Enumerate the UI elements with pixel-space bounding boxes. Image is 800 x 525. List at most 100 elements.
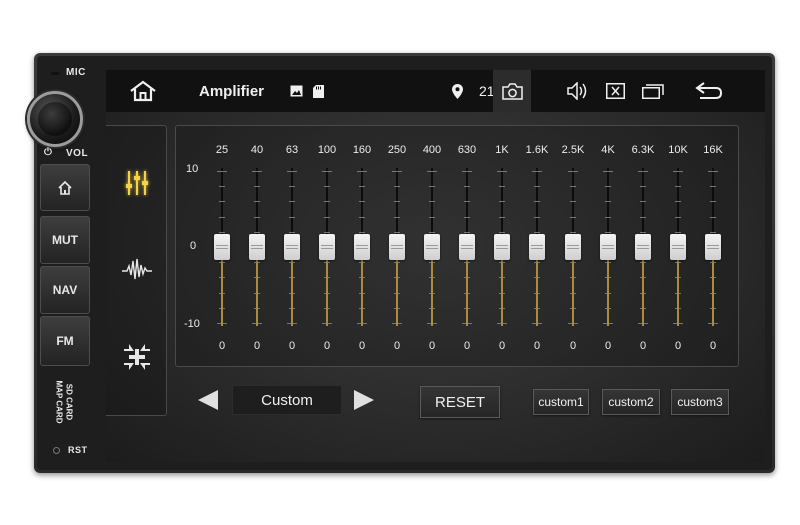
band-tick [324, 232, 330, 233]
band-tick [287, 171, 297, 172]
prev-preset-arrow-icon[interactable] [198, 390, 218, 410]
band-level-fill [536, 260, 538, 326]
band-level-fill [466, 260, 468, 326]
speaker-balance-icon[interactable] [120, 340, 154, 374]
hw-mute-button[interactable]: MUT [40, 216, 90, 264]
band-slider-thumb[interactable] [319, 234, 335, 260]
band-tick [394, 217, 400, 218]
band-tick [464, 217, 470, 218]
band-level-fill [501, 260, 503, 326]
band-tick [254, 186, 260, 187]
band-tick [534, 217, 540, 218]
band-tick [464, 186, 470, 187]
band-tick [570, 232, 576, 233]
band-tick [675, 201, 681, 202]
scale-mid-label: 0 [190, 240, 197, 252]
custom2-button[interactable]: custom2 [602, 389, 660, 415]
band-level-fill [256, 260, 258, 326]
band-tick [605, 201, 611, 202]
band-frequency-label: 6.3K [631, 144, 655, 156]
camera-icon[interactable] [502, 70, 523, 112]
band-tick [219, 201, 225, 202]
custom3-button[interactable]: custom3 [671, 389, 729, 415]
band-level-fill [361, 260, 363, 326]
band-tick [640, 201, 646, 202]
band-tick [392, 171, 402, 172]
equalizer-sliders-icon[interactable] [120, 166, 154, 200]
volume-knob[interactable] [27, 91, 83, 147]
band-tick [219, 232, 225, 233]
recent-apps-icon[interactable] [642, 70, 664, 112]
band-tick [638, 171, 648, 172]
band-tick [570, 186, 576, 187]
band-slider-thumb[interactable] [424, 234, 440, 260]
band-tick [429, 201, 435, 202]
band-value-label: 0 [674, 340, 682, 352]
band-tick [640, 217, 646, 218]
band-level-fill [396, 260, 398, 326]
band-value-label: 0 [288, 340, 296, 352]
hw-fm-button[interactable]: FM [40, 316, 90, 366]
next-preset-arrow-icon[interactable] [354, 390, 374, 410]
band-tick [570, 201, 576, 202]
band-slider-thumb[interactable] [354, 234, 370, 260]
band-tick [605, 232, 611, 233]
band-frequency-label: 100 [317, 144, 337, 156]
band-tick [534, 186, 540, 187]
band-frequency-label: 25 [215, 144, 229, 156]
band-level-fill [431, 260, 433, 326]
band-slider-thumb[interactable] [600, 234, 616, 260]
home-icon [130, 80, 156, 102]
band-tick [710, 217, 716, 218]
close-window-icon[interactable] [606, 70, 625, 112]
band-slider-thumb[interactable] [565, 234, 581, 260]
band-tick [570, 217, 576, 218]
band-tick [219, 217, 225, 218]
band-tick [640, 186, 646, 187]
band-tick [464, 232, 470, 233]
band-tick [534, 201, 540, 202]
band-slider-thumb[interactable] [459, 234, 475, 260]
band-value-label: 0 [323, 340, 331, 352]
band-slider-thumb[interactable] [705, 234, 721, 260]
band-tick [289, 217, 295, 218]
status-bar: Amplifier 21:28 [106, 70, 765, 112]
volume-icon[interactable] [567, 70, 589, 112]
band-tick [710, 201, 716, 202]
hw-home-button[interactable] [40, 164, 90, 211]
band-slider-thumb[interactable] [529, 234, 545, 260]
band-tick [394, 186, 400, 187]
band-slider-thumb[interactable] [214, 234, 230, 260]
waveform-icon[interactable] [120, 253, 154, 287]
band-slider-thumb[interactable] [494, 234, 510, 260]
band-tick [499, 201, 505, 202]
band-tick [322, 171, 332, 172]
band-slider-thumb[interactable] [670, 234, 686, 260]
custom1-button[interactable]: custom1 [533, 389, 589, 415]
band-frequency-label: 2.5K [561, 144, 585, 156]
band-slider-thumb[interactable] [635, 234, 651, 260]
band-frequency-label: 63 [285, 144, 299, 156]
band-value-label: 0 [639, 340, 647, 352]
band-tick [357, 171, 367, 172]
band-slider-thumb[interactable] [284, 234, 300, 260]
home-icon [58, 180, 72, 195]
band-frequency-label: 40 [250, 144, 264, 156]
hw-nav-button[interactable]: NAV [40, 266, 90, 314]
band-slider-thumb[interactable] [249, 234, 265, 260]
band-value-label: 0 [604, 340, 612, 352]
band-value-label: 0 [358, 340, 366, 352]
band-tick [217, 171, 227, 172]
home-button[interactable] [128, 70, 158, 112]
band-tick [499, 186, 505, 187]
back-button[interactable] [695, 70, 723, 112]
app-title: Amplifier [199, 82, 265, 100]
reset-pinhole[interactable] [53, 447, 60, 454]
image-icon [290, 70, 303, 112]
band-tick [359, 217, 365, 218]
screen: Amplifier 21:28 [106, 70, 765, 462]
band-slider-thumb[interactable] [389, 234, 405, 260]
band-tick [708, 171, 718, 172]
band-frequency-label: 4K [601, 144, 615, 156]
reset-button[interactable]: RESET [420, 386, 500, 418]
